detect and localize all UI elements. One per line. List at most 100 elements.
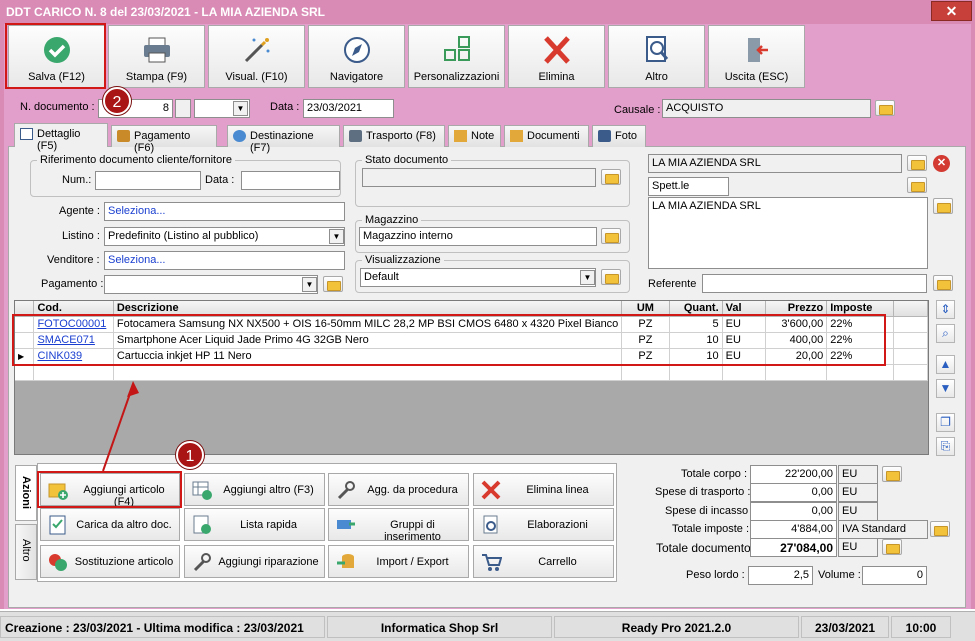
listino-select[interactable]: Predefinito (Listino al pubblico) [104,227,345,246]
tab-foto[interactable]: Foto [592,125,646,147]
total-body-currency: EU [838,465,878,484]
chevron-down-icon[interactable]: ▼ [233,101,248,116]
camera-icon [598,130,611,142]
navigator-button[interactable]: Navigatore [308,25,405,88]
total-body-value: 22'200,00 [750,465,837,484]
pagamento-label: Pagamento : [41,278,104,290]
folder-icon[interactable] [930,521,950,537]
contact-card-icon[interactable] [907,177,927,193]
gross-weight-input[interactable]: 2,5 [748,566,813,585]
sort-updown-icon[interactable]: ⇕ [936,300,955,319]
total-tax-label: Totale imposte : [672,523,750,535]
agente-select[interactable]: Seleziona... [104,202,345,221]
date-input[interactable]: 23/03/2021 [303,99,394,118]
load-from-doc-label: Carica da altro doc. [76,519,172,531]
magazzino-input[interactable]: Magazzino interno [359,227,597,246]
salutation-input[interactable]: Spett.le [648,177,729,196]
import-export-button[interactable]: Import / Export [328,545,469,578]
referente-input[interactable] [702,274,927,293]
replace-article-button[interactable]: Sostituzione articolo [40,545,180,578]
venditore-select[interactable]: Seleziona... [104,251,345,270]
groups-icon [337,520,355,529]
filler-cell [893,332,928,349]
tab-label: Note [471,130,495,142]
rows-highlight-box [12,314,886,366]
delete-line-button[interactable]: Elimina linea [473,473,614,506]
shipping-value[interactable]: 0,00 [750,483,837,502]
customize-button[interactable]: Personalizzazioni [408,25,505,88]
tab-note[interactable]: Note [448,125,501,147]
folder-icon[interactable] [601,169,621,185]
volume-input[interactable]: 0 [862,566,927,585]
chevron-down-icon[interactable]: ▼ [302,277,317,292]
delete-x-icon [543,36,570,64]
folder-icon[interactable] [882,466,902,482]
clear-icon[interactable]: ✕ [933,155,950,172]
add-article-highlight-box [37,471,182,508]
visualizzazione-select[interactable]: Default [360,268,596,287]
table-row-empty[interactable] [15,364,928,381]
ref-date-input[interactable] [241,171,340,190]
arrow-down-icon[interactable]: ▼ [936,379,955,398]
note-folder-icon [454,130,467,142]
cart-button[interactable]: Carrello [473,545,614,578]
folder-icon[interactable] [601,269,621,285]
navigator-button-label: Navigatore [329,71,384,83]
listino-label: Listino : [62,230,100,242]
search-icon[interactable]: ⌕ [936,324,955,343]
insertion-groups-button[interactable]: Gruppi di inserimento [328,508,469,543]
cart-label: Carrello [538,556,577,568]
magic-wand-icon [244,38,269,63]
add-grid-icon [192,481,212,500]
exit-button[interactable]: Uscita (ESC) [708,25,805,88]
cart-icon [482,554,502,571]
folder-icon[interactable] [933,275,953,291]
quick-list-label: Lista rapida [240,519,297,531]
pagamento-select[interactable] [104,275,318,294]
replace-icon [49,554,67,571]
folder-icon[interactable] [907,155,927,171]
arrow-up-icon[interactable]: ▲ [936,355,955,374]
more-button[interactable]: Altro [608,25,705,88]
preview-button[interactable]: Visual. (F10) [208,25,305,88]
tab-destinazione[interactable]: Destinazione (F7) [227,125,340,154]
tab-pagamento[interactable]: Pagamento (F6) [111,125,217,154]
chevron-down-icon[interactable]: ▼ [580,270,595,285]
print-button[interactable]: Stampa (F9) [108,25,205,88]
collection-fees-value[interactable]: 0,00 [750,502,837,521]
add-repair-button[interactable]: Aggiungi riparazione [184,545,325,578]
tab-label: Documenti [527,130,580,142]
delete-button[interactable]: Elimina [508,25,605,88]
tab-azioni[interactable]: Azioni [15,465,37,521]
truck-icon [349,130,362,142]
window-close-button[interactable]: ✕ [931,1,972,21]
gross-weight-label: Peso lordo : [686,569,745,581]
insertion-groups-label: Gruppi di inserimento [384,519,441,543]
folder-icon[interactable] [875,100,895,116]
add-from-procedure-button[interactable]: Agg. da procedura [328,473,469,506]
tab-azioni-label: Azioni [20,476,32,509]
print-button-label: Stampa (F9) [125,71,188,83]
chevron-down-icon[interactable]: ▼ [329,229,344,244]
copy-icon[interactable]: ❐ [936,413,955,432]
address-box[interactable]: LA MIA AZIENDA SRL [648,197,928,269]
tab-altro[interactable]: Altro [15,524,37,580]
zoom-icon[interactable] [882,539,902,555]
delete-button-label: Elimina [538,71,575,83]
paste-icon[interactable]: ⎘ [936,437,955,456]
folder-icon[interactable] [933,198,953,214]
tab-dettaglio[interactable]: Dettaglio (F5) [14,123,108,152]
folder-icon[interactable] [323,276,343,292]
folder-icon[interactable] [601,228,621,244]
total-document-value: 27'084,00 [750,538,837,557]
add-other-button[interactable]: Aggiungi altro (F3) [184,473,325,506]
causale-label: Causale : [614,104,661,116]
quick-list-button[interactable]: Lista rapida [184,508,325,541]
status-version: Ready Pro 2021.2.0 [554,616,799,638]
ref-number-input[interactable] [95,171,201,190]
tab-documenti[interactable]: Documenti [504,125,589,147]
elaborations-button[interactable]: Elaborazioni [473,508,614,541]
tab-trasporto[interactable]: Trasporto (F8) [343,125,445,147]
doc-number-suffix[interactable] [175,99,191,118]
load-from-doc-button[interactable]: Carica da altro doc. [40,508,180,541]
